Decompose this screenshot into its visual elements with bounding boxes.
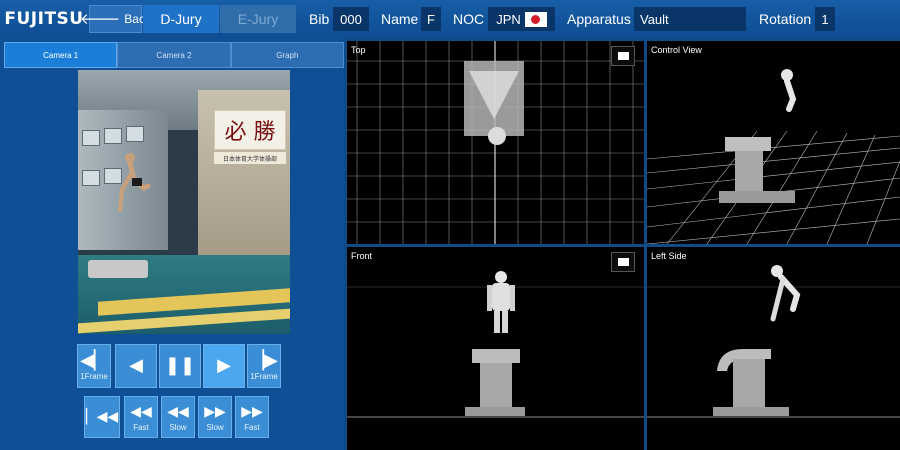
control-view-panel[interactable]: Control View bbox=[647, 41, 900, 244]
top-view-panel[interactable]: Top bbox=[347, 41, 644, 244]
fast-forward-icon: ▶▶ bbox=[241, 403, 263, 420]
expand-icon[interactable] bbox=[611, 46, 635, 66]
reverse-play-button[interactable]: ◀ bbox=[115, 344, 157, 388]
fast-rewind-icon: ◀◀ bbox=[130, 403, 152, 420]
camera-video-frame[interactable]: 必 勝 日本体育大学体操部 bbox=[78, 70, 290, 334]
pause-icon: ❚❚ bbox=[164, 355, 196, 376]
e-jury-button[interactable]: E-Jury bbox=[220, 5, 296, 33]
pause-button[interactable]: ❚❚ bbox=[159, 344, 201, 388]
expand-icon[interactable] bbox=[611, 252, 635, 272]
skip-back-icon: ▏◀◀ bbox=[85, 409, 119, 425]
bib-value: 000 bbox=[333, 7, 369, 31]
left-side-view-label: Left Side bbox=[651, 251, 687, 261]
slow-rewind-button[interactable]: ◀◀ Slow bbox=[161, 396, 195, 438]
left-side-view-figure bbox=[647, 265, 900, 418]
d-jury-button[interactable]: D-Jury bbox=[143, 5, 219, 33]
camera-tabs: Camera 1 Camera 2 Graph bbox=[4, 42, 344, 68]
banner-subtext: 日本体育大学体操部 bbox=[214, 152, 286, 164]
left-side-view-panel[interactable]: Left Side bbox=[647, 247, 900, 450]
play-button[interactable]: ▶ bbox=[203, 344, 245, 388]
rotation-value: 1 bbox=[815, 7, 835, 31]
name-label: Name bbox=[381, 11, 419, 27]
tab-camera-1[interactable]: Camera 1 bbox=[4, 42, 118, 68]
vault-table bbox=[88, 260, 148, 278]
fast-forward-button[interactable]: ▶▶ Fast bbox=[235, 396, 269, 438]
front-view-figure bbox=[347, 271, 644, 418]
tab-camera-2[interactable]: Camera 2 bbox=[117, 42, 231, 68]
skip-to-start-button[interactable]: ▏◀◀ bbox=[84, 396, 120, 438]
rotation-label: Rotation bbox=[759, 11, 812, 27]
step-forward-icon: ▕▶ bbox=[250, 349, 278, 371]
slow-forward-icon: ▶▶ bbox=[204, 403, 226, 420]
next-frame-button[interactable]: ▕▶ 1Frame bbox=[247, 344, 281, 388]
noc-value-box: JPN bbox=[488, 7, 555, 31]
banner-sign: 必 勝 bbox=[214, 110, 286, 150]
name-value: F bbox=[421, 7, 441, 31]
top-view-label: Top bbox=[351, 45, 366, 55]
control-view-grid bbox=[647, 69, 900, 244]
japan-flag-icon bbox=[524, 11, 547, 27]
slow-rewind-icon: ◀◀ bbox=[167, 403, 189, 420]
top-view-grid bbox=[347, 41, 644, 244]
top-bar: FUJITSU 🡐 Back D-Jury E-Jury Bib 000 Nam… bbox=[0, 0, 900, 38]
step-back-icon: ◀▏ bbox=[80, 349, 108, 371]
prev-frame-button[interactable]: ◀▏ 1Frame bbox=[77, 344, 111, 388]
front-view-label: Front bbox=[351, 251, 373, 261]
apparatus-label: Apparatus bbox=[567, 11, 631, 27]
play-icon: ▶ bbox=[217, 355, 231, 376]
video-panel: Camera 1 Camera 2 Graph 必 勝 日本体育大学体操部 ◀▏… bbox=[0, 38, 344, 450]
reverse-play-icon: ◀ bbox=[129, 355, 143, 376]
back-arrow-icon: 🡐 bbox=[80, 10, 121, 28]
front-view-panel[interactable]: Front bbox=[347, 247, 644, 450]
apparatus-value: Vault bbox=[634, 7, 746, 31]
noc-label: NOC bbox=[453, 11, 485, 27]
back-button[interactable]: 🡐 Back bbox=[80, 5, 151, 33]
control-view-label: Control View bbox=[651, 45, 702, 55]
fast-rewind-button[interactable]: ◀◀ Fast bbox=[124, 396, 158, 438]
slow-forward-button[interactable]: ▶▶ Slow bbox=[198, 396, 232, 438]
fujitsu-logo: FUJITSU bbox=[4, 9, 84, 29]
gymnast-figure bbox=[118, 153, 151, 212]
tab-graph[interactable]: Graph bbox=[230, 42, 344, 68]
bib-label: Bib bbox=[309, 11, 330, 27]
noc-value: JPN bbox=[496, 11, 521, 27]
